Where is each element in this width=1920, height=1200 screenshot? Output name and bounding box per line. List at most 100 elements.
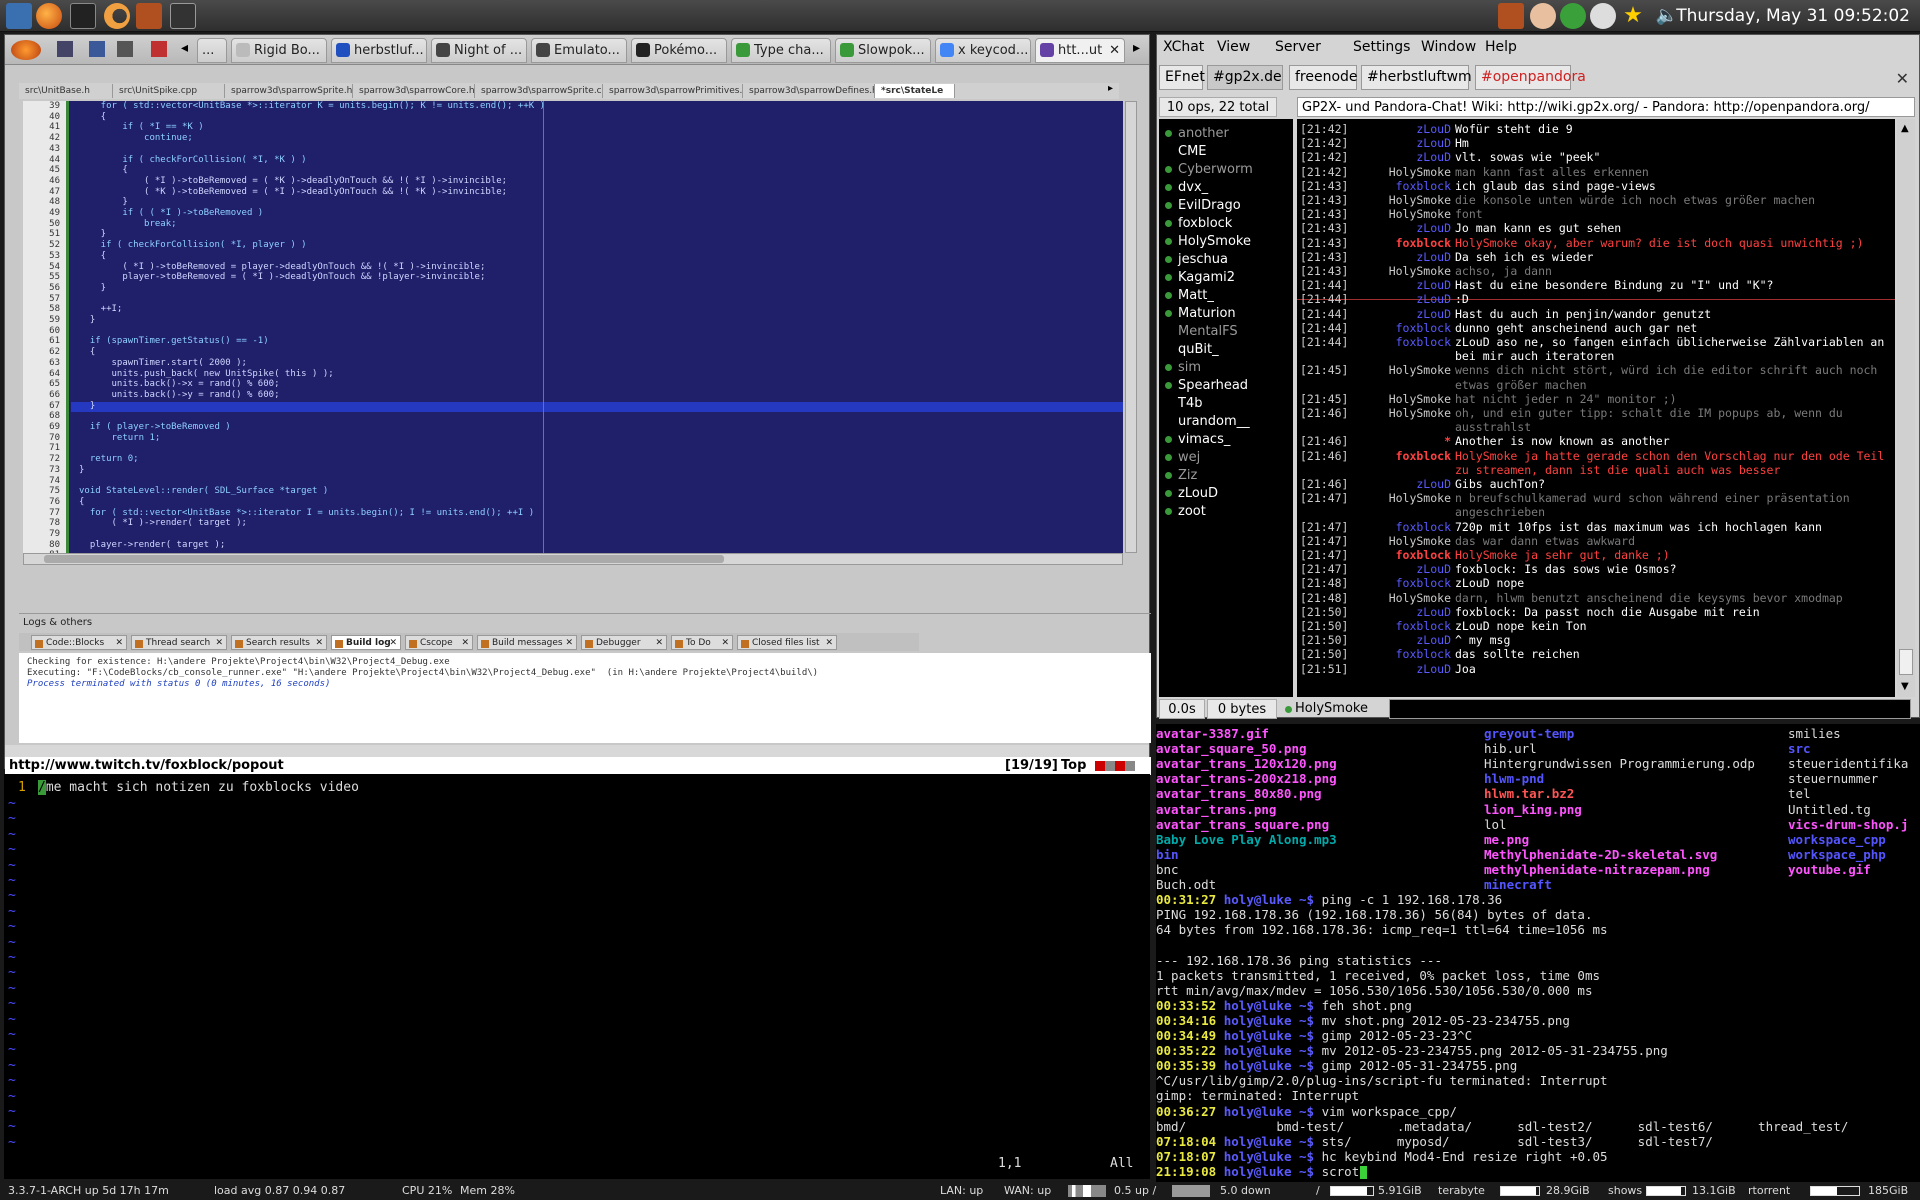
close-tab-icon[interactable]: ✕ (115, 636, 123, 649)
channel-tab[interactable]: freenode (1289, 65, 1358, 90)
user-list-item[interactable]: zLouD (1165, 485, 1218, 503)
editor-file-tab[interactable]: src\UnitBase.h (19, 84, 113, 98)
tab-scroll-right-icon[interactable]: ▸ (1108, 83, 1113, 94)
pinned-tab-icon[interactable] (151, 41, 167, 57)
user-list-item[interactable]: MentalFS (1165, 323, 1238, 341)
menu-window[interactable]: Window (1421, 35, 1476, 59)
close-tab-icon[interactable]: ✕ (215, 636, 223, 649)
channel-topic[interactable]: GP2X- und Pandora-Chat! Wiki: http://wik… (1297, 97, 1915, 117)
close-tab-icon[interactable]: ✕ (315, 636, 323, 649)
browser-tab[interactable]: ... (197, 38, 227, 63)
scroll-thumb[interactable] (1899, 649, 1913, 675)
browser-tab[interactable]: Rigid Bo... (231, 38, 327, 63)
menu-view[interactable]: View (1217, 35, 1250, 59)
user-list-item[interactable]: Maturion (1165, 305, 1236, 323)
user-list-item[interactable]: Ziz (1165, 467, 1197, 485)
editor-horizontal-scrollbar[interactable] (23, 553, 1123, 565)
tab-group-icon[interactable] (57, 41, 73, 57)
menu-settings[interactable]: Settings (1353, 35, 1410, 59)
user-list-item[interactable]: jeschua (1165, 251, 1228, 269)
vim-editor[interactable]: 1 /me macht sich notizen zu foxblocks vi… (4, 774, 1150, 1179)
browser-tab[interactable]: Pokémo... (631, 38, 727, 63)
menu-help[interactable]: Help (1485, 35, 1517, 59)
log-tab[interactable]: Code::Blocks ✕ (31, 635, 127, 650)
user-list-item[interactable]: Cyberworm (1165, 161, 1253, 179)
browser-tab-active[interactable]: htt...ut ✕ (1035, 38, 1125, 63)
user-list-item[interactable]: T4b (1165, 395, 1202, 413)
browser-tab[interactable]: x keycod... (935, 38, 1031, 63)
close-channel-icon[interactable]: ✕ (1896, 69, 1909, 88)
message-input[interactable] (1389, 699, 1911, 719)
editor-file-tab[interactable]: sparrow3d\sparrowSprite.h (225, 84, 353, 98)
close-tab-icon[interactable]: ✕ (461, 636, 469, 649)
menu-server[interactable]: Server (1275, 35, 1321, 59)
editor-file-tab[interactable]: sparrow3d\sparrowDefines.h (743, 84, 875, 98)
close-tab-icon[interactable]: ✕ (655, 636, 663, 649)
tray-chat-icon[interactable] (1590, 3, 1616, 29)
channel-tab[interactable]: #openpandora (1475, 65, 1586, 90)
scroll-down-icon[interactable]: ▼ (1901, 681, 1909, 692)
close-tab-icon[interactable]: ✕ (389, 636, 397, 649)
browser-tab[interactable]: Slowpok... (835, 38, 931, 63)
user-list-item[interactable]: quBit_ (1165, 341, 1219, 359)
editor-file-tab[interactable]: *src\StateLe (875, 84, 955, 98)
tray-star-icon[interactable]: ★ (1620, 3, 1646, 29)
tab-scroll-left-icon[interactable]: ◂ (181, 40, 188, 56)
user-list-item[interactable]: vimacs_ (1165, 431, 1230, 449)
user-list-item[interactable]: CME (1165, 143, 1207, 161)
scroll-up-icon[interactable]: ▲ (1901, 123, 1909, 134)
close-tab-icon[interactable]: ✕ (825, 636, 833, 649)
chat-scrollbar[interactable]: ▲ ▼ (1897, 119, 1915, 697)
user-list-item[interactable]: HolySmoke (1165, 233, 1251, 251)
user-list-item[interactable]: zoot (1165, 503, 1206, 521)
channel-tab[interactable]: EFnet (1159, 65, 1205, 90)
log-tab[interactable]: Debugger ✕ (581, 635, 667, 650)
nick-button[interactable]: HolySmoke (1281, 699, 1371, 719)
terminal-launcher-icon[interactable] (70, 3, 96, 29)
browser-tab[interactable]: Night of ... (431, 38, 527, 63)
menu-xchat[interactable]: XChat (1163, 35, 1204, 59)
log-tab[interactable]: Closed files list ✕ (737, 635, 837, 650)
user-list-item[interactable]: EvilDrago (1165, 197, 1241, 215)
tray-hand-icon[interactable] (1530, 3, 1556, 29)
editor-file-tab[interactable]: src\UnitSpike.cpp (113, 84, 225, 98)
browser-tab[interactable]: Type cha... (731, 38, 831, 63)
browser-tab[interactable]: Emulato... (531, 38, 627, 63)
tray-check-icon[interactable] (1560, 3, 1586, 29)
xchat-launcher-icon[interactable] (136, 3, 162, 29)
user-list-item[interactable]: Kagami2 (1165, 269, 1235, 287)
log-tab[interactable]: Cscope ✕ (405, 635, 473, 650)
log-tab[interactable]: Build log ✕ (331, 635, 401, 650)
tab-scroll-right-icon[interactable]: ▸ (1133, 40, 1140, 56)
user-list-item[interactable]: dvx_ (1165, 179, 1208, 197)
arch-menu-icon[interactable] (6, 3, 32, 29)
channel-tab[interactable]: #gp2x.de (1207, 65, 1283, 90)
facebook-tab-icon[interactable] (89, 41, 105, 57)
close-tab-icon[interactable]: ✕ (1109, 39, 1120, 62)
user-list-item[interactable]: foxblock (1165, 215, 1232, 233)
firefox-menu-icon[interactable] (11, 40, 41, 60)
log-tab[interactable]: Thread search ✕ (131, 635, 227, 650)
scroll-thumb[interactable] (44, 555, 724, 563)
user-list-item[interactable]: Matt_ (1165, 287, 1214, 305)
user-list-item[interactable]: another (1165, 125, 1229, 143)
browser-tab[interactable]: herbstluf... (331, 38, 427, 63)
user-list[interactable]: another CME Cyberworm dvx_ EvilDrago foxblock… (1159, 119, 1293, 697)
log-tab[interactable]: Search results ✕ (231, 635, 327, 650)
user-list-item[interactable]: sim (1165, 359, 1201, 377)
close-tab-icon[interactable]: ✕ (565, 636, 573, 649)
window-launcher-icon[interactable] (170, 3, 196, 29)
editor-file-tab[interactable]: sparrow3d\sparrowPrimitives.c (603, 84, 743, 98)
user-list-item[interactable]: urandom__ (1165, 413, 1250, 431)
terminal[interactable]: avatar-3387.gif avatar_square_50.png avata… (1156, 724, 1920, 1182)
code-editor[interactable]: 39 40 41 42 43 44 45 46 47 48 49 50 51 52 53 54 55 56 57 58… (23, 101, 1123, 553)
close-tab-icon[interactable]: ✕ (721, 636, 729, 649)
log-tab[interactable]: To Do ✕ (671, 635, 733, 650)
editor-file-tab[interactable]: sparrow3d\sparrowCore.h (353, 84, 475, 98)
channel-tab[interactable]: #herbstluftwm (1361, 65, 1472, 90)
moon-launcher-icon[interactable] (104, 3, 130, 29)
tray-xchat-icon[interactable] (1498, 3, 1524, 29)
user-list-item[interactable]: wej (1165, 449, 1200, 467)
editor-file-tab[interactable]: sparrow3d\sparrowSprite.c (475, 84, 603, 98)
user-list-item[interactable]: Spearhead (1165, 377, 1248, 395)
